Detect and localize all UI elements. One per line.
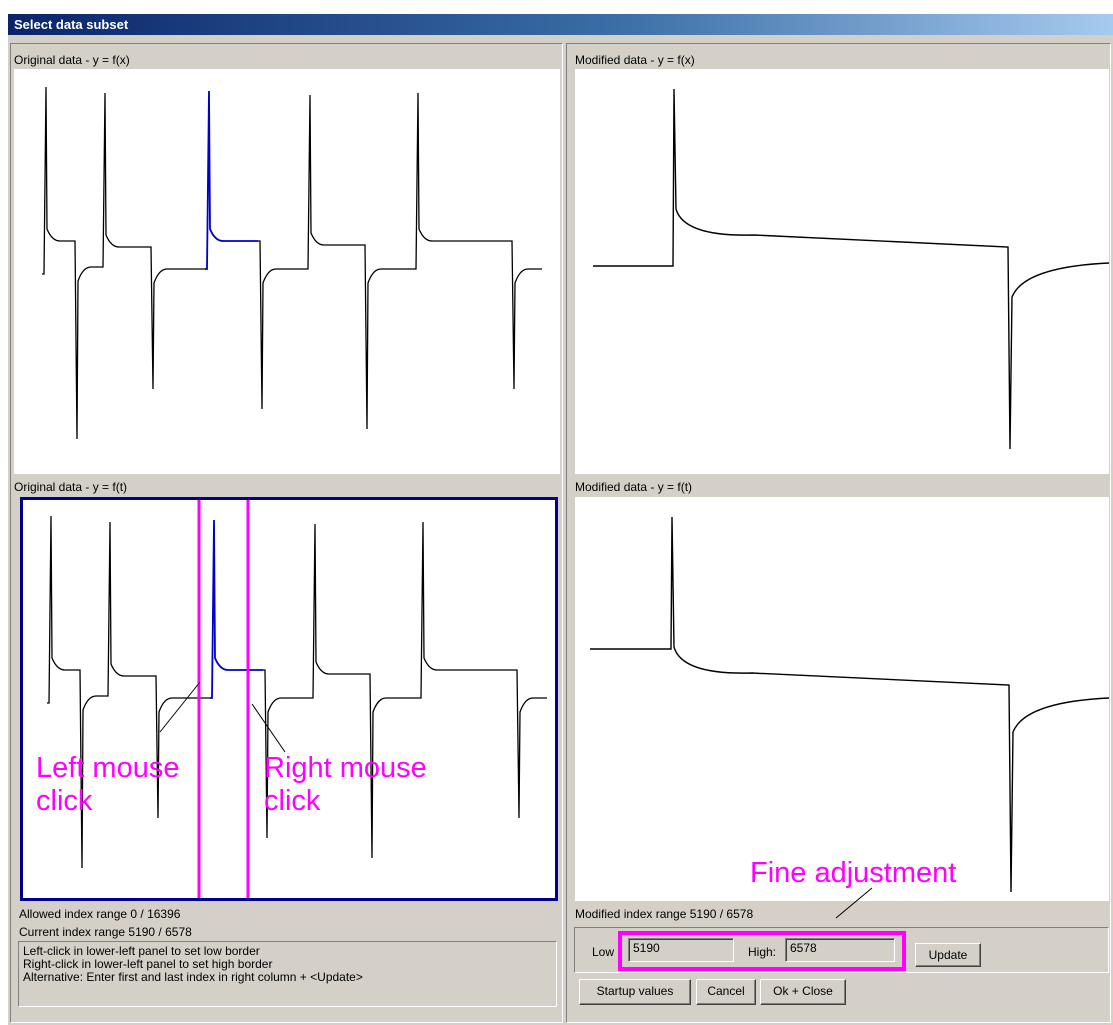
zoomed-step-trace bbox=[590, 516, 1109, 893]
fine-adjustment-highlight bbox=[618, 931, 906, 971]
step-trace bbox=[311, 523, 368, 699]
bottom-right-panel-title: Modified data - y = f(t) bbox=[575, 480, 693, 494]
step-trace bbox=[414, 92, 510, 270]
bottom-left-plot[interactable] bbox=[20, 497, 558, 901]
top-left-panel-title: Original data - y = f(x) bbox=[14, 53, 130, 67]
left-click-annotation: Left mouse click bbox=[36, 752, 179, 818]
current-index-range: Current index range 5190 / 6578 bbox=[19, 925, 192, 939]
step-trace bbox=[100, 92, 149, 268]
step-trace bbox=[149, 246, 205, 390]
startup-values-button[interactable]: Startup values bbox=[579, 979, 691, 1005]
original-xy-chart bbox=[42, 86, 542, 440]
step-trace bbox=[258, 240, 306, 410]
step-trace bbox=[47, 515, 78, 704]
step-trace bbox=[419, 521, 515, 699]
title-bar: Select data subset bbox=[8, 14, 1113, 35]
modified-xt-chart bbox=[590, 516, 1109, 893]
zoomed-step-trace bbox=[593, 88, 1109, 450]
bottom-right-plot bbox=[575, 497, 1109, 901]
original-xt-chart bbox=[47, 500, 547, 898]
instructions-box: Left-click in lower-left panel to set lo… bbox=[18, 941, 557, 1007]
hint-line: Alternative: Enter first and last index … bbox=[23, 970, 363, 984]
step-trace bbox=[363, 244, 414, 430]
step-trace bbox=[73, 240, 100, 440]
step-trace bbox=[205, 90, 258, 270]
allowed-index-range: Allowed index range 0 / 16396 bbox=[19, 907, 181, 921]
modified-index-range: Modified index range 5190 / 6578 bbox=[575, 907, 754, 921]
step-trace bbox=[42, 86, 73, 275]
cancel-button[interactable]: Cancel bbox=[696, 979, 756, 1005]
low-label: Low bbox=[592, 945, 615, 959]
top-right-panel-title: Modified data - y = f(x) bbox=[575, 53, 695, 67]
annotation-text: Left mouse bbox=[36, 752, 180, 784]
top-left-plot bbox=[14, 69, 560, 474]
step-trace bbox=[510, 240, 542, 390]
step-trace bbox=[105, 521, 154, 697]
annotation-text: Right mouse bbox=[264, 752, 427, 784]
step-trace bbox=[306, 94, 363, 270]
ok-close-button[interactable]: Ok + Close bbox=[760, 979, 846, 1005]
annotation-text: click bbox=[36, 785, 93, 817]
modified-xy-chart bbox=[593, 88, 1109, 450]
step-trace bbox=[210, 519, 263, 699]
update-button[interactable]: Update bbox=[915, 943, 981, 967]
bottom-left-panel-title: Original data - y = f(t) bbox=[14, 480, 128, 494]
annotation-text: click bbox=[264, 785, 321, 817]
top-right-plot bbox=[575, 69, 1109, 474]
step-trace bbox=[515, 669, 547, 819]
right-click-annotation: Right mouse click bbox=[264, 752, 427, 818]
fine-adjustment-annotation: Fine adjustment bbox=[750, 857, 957, 889]
